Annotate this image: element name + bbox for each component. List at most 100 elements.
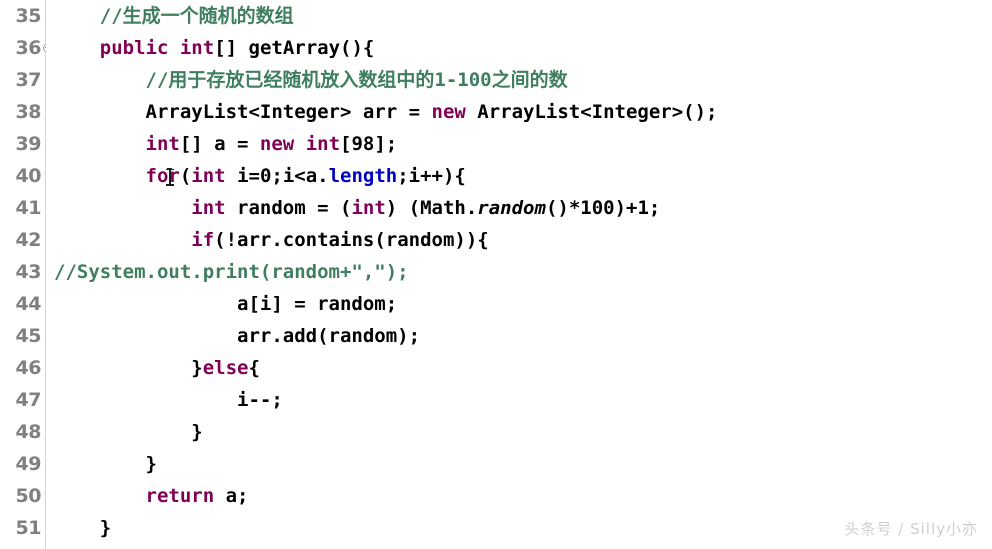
code-token-keyword: int (145, 133, 180, 155)
line-number-label: 41 (15, 197, 42, 219)
code-token-keyword: int (191, 197, 226, 219)
code-text-area[interactable]: //生成一个随机的数组 public int[] getArray(){ //用… (46, 0, 992, 549)
code-line[interactable]: //生成一个随机的数组 (46, 0, 992, 32)
line-number-label: 45 (15, 325, 42, 347)
line-number: 38 (0, 96, 45, 128)
line-number-label: 35 (15, 5, 42, 27)
line-number-label: 37 (15, 69, 42, 91)
line-number-label: 46 (15, 357, 42, 379)
code-token-comment: //用于存放已经随机放入数组中的1-100之间的数 (145, 69, 568, 91)
code-token-static: random (477, 197, 546, 219)
code-token-field: length (328, 165, 398, 187)
code-token-keyword: new (431, 101, 466, 123)
code-line[interactable]: return a; (46, 480, 992, 512)
code-token-plain: ()*100)+1; (545, 197, 661, 219)
code-token-plain: i=0;i<a. (225, 165, 329, 187)
line-number-label: 50 (15, 485, 42, 507)
code-line[interactable]: } (46, 448, 992, 480)
code-token-keyword: int (179, 37, 215, 59)
line-number: 50 (0, 480, 45, 512)
code-token-plain: ArrayList<Integer> arr = (54, 101, 432, 123)
code-token-plain: [] a = (179, 133, 260, 155)
line-number: 47 (0, 384, 45, 416)
line-number: 45 (0, 320, 45, 352)
code-line[interactable]: //System.out.print(random+","); (46, 256, 992, 288)
line-number-label: 51 (15, 517, 42, 539)
line-number: 37 (0, 64, 45, 96)
code-token-keyword: int (305, 133, 341, 155)
line-number-label: 44 (15, 293, 42, 315)
line-number: 51 (0, 512, 45, 544)
code-token-plain: [98]; (340, 133, 398, 155)
code-token-plain: ArrayList<Integer>(); (465, 101, 718, 123)
line-number: 44 (0, 288, 45, 320)
line-number: 40 (0, 160, 45, 192)
code-line[interactable]: i--; (46, 384, 992, 416)
line-number: 36 (0, 32, 53, 64)
code-token-keyword: new (259, 133, 295, 155)
code-token-keyword: int (351, 197, 386, 219)
line-number-gutter[interactable]: 35 36 37 38 39 40 41 42 43 44 45 46 47 48 49 50 51 (0, 0, 53, 549)
line-number-label: 43 (15, 261, 42, 283)
code-token-keyword: else (202, 357, 249, 379)
line-number: 49 (0, 448, 45, 480)
code-line[interactable]: arr.add(random); (46, 320, 992, 352)
code-token-plain: arr.add(random); (54, 325, 421, 347)
watermark-label: 头条号 / Silly小亦 (844, 520, 978, 538)
line-number: 39 (0, 128, 45, 160)
code-line[interactable]: a[i] = random; (46, 288, 992, 320)
code-token-keyword: for (145, 165, 180, 187)
code-token-plain: random = ( (225, 197, 352, 219)
code-token-plain: { (248, 357, 260, 379)
code-token-plain: (!arr.contains(random)){ (214, 229, 489, 251)
line-number-label: 36 (15, 37, 42, 59)
code-token-comment: //生成一个随机的数组 (99, 5, 294, 27)
code-line[interactable]: public int[] getArray(){ (46, 32, 992, 64)
code-token-plain: a[i] = random; (54, 293, 398, 315)
code-token-plain: i--; (54, 389, 283, 411)
line-number: 48 (0, 416, 45, 448)
code-line[interactable]: int random = (int) (Math.random()*100)+1… (46, 192, 992, 224)
line-number: 42 (0, 224, 45, 256)
line-number-label: 42 (15, 229, 42, 251)
line-number-label: 47 (15, 389, 42, 411)
line-number-label: 38 (15, 101, 42, 123)
code-line[interactable]: ArrayList<Integer> arr = new ArrayList<I… (46, 96, 992, 128)
line-number-label: 48 (15, 421, 42, 443)
line-number-label: 49 (15, 453, 42, 475)
code-token-keyword: public (99, 37, 169, 59)
code-line[interactable]: }else{ (46, 352, 992, 384)
line-number: 41 (0, 192, 45, 224)
line-number-label: 40 (15, 165, 42, 187)
code-token-plain: } (54, 421, 203, 443)
code-line[interactable]: int[] a = new int[98]; (46, 128, 992, 160)
code-token-plain: ;i++){ (397, 165, 466, 187)
code-token-plain: ) (Math. (385, 197, 478, 219)
code-token-keyword: return (145, 485, 215, 507)
code-token-plain: } (54, 357, 203, 379)
code-token-keyword: int (191, 165, 226, 187)
line-number-label: 39 (15, 133, 42, 155)
code-editor[interactable]: 35 36 37 38 39 40 41 42 43 44 45 46 47 48 49 50 51 //生成一… (0, 0, 992, 549)
code-token-keyword: if (191, 229, 215, 251)
code-line[interactable]: //用于存放已经随机放入数组中的1-100之间的数 (46, 64, 992, 96)
code-line[interactable]: for(int i=0;i<a.length;i++){ (46, 160, 992, 192)
code-line[interactable]: } (46, 416, 992, 448)
code-token-plain: [] getArray(){ (214, 37, 375, 59)
line-number: 43 (0, 256, 45, 288)
code-token-plain: } (54, 517, 112, 539)
code-token-plain: a; (214, 485, 249, 507)
code-token-plain: ( (179, 165, 192, 187)
line-number: 35 (0, 0, 45, 32)
code-line[interactable]: if(!arr.contains(random)){ (46, 224, 992, 256)
line-number: 46 (0, 352, 45, 384)
